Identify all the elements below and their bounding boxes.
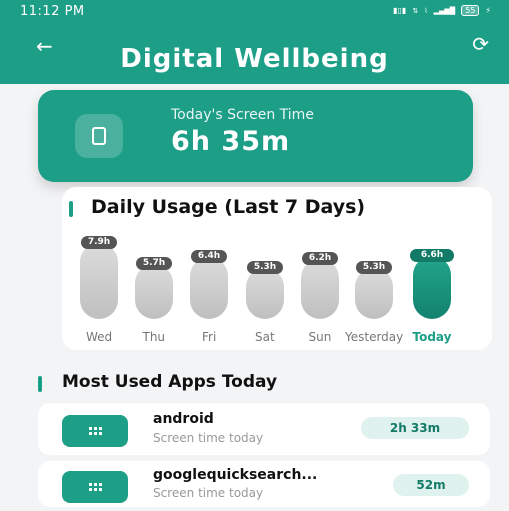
day-label: Sun xyxy=(308,330,332,344)
usage-value-label: 6.6h xyxy=(410,249,454,262)
signal-icon: ▂▄▆█ xyxy=(433,6,456,15)
day-label: Thu xyxy=(142,330,166,344)
app-time-badge: 52m xyxy=(393,474,469,496)
section-accent-bar xyxy=(38,376,42,392)
app-grid-icon xyxy=(62,471,128,503)
charging-icon: ⚡ xyxy=(485,6,491,15)
day-label: Wed xyxy=(86,330,113,344)
usage-value-label: 5.7h xyxy=(136,257,172,270)
status-bar: 11:12 PM ▮▯▮ ⇅ ⌇ ▂▄▆█ 55 ⚡ xyxy=(0,0,509,22)
day-label: Today xyxy=(412,330,452,344)
day-label: Yesterday xyxy=(345,330,404,344)
app-grid-icon xyxy=(62,415,128,447)
day-label: Sat xyxy=(255,330,275,344)
app-subtitle: Screen time today xyxy=(153,486,264,500)
status-time: 11:12 PM xyxy=(20,4,85,19)
usage-value-label: 5.3h xyxy=(247,261,283,274)
battery-level: 55 xyxy=(465,6,476,15)
wifi-calling-icon: ⌇ xyxy=(424,6,428,15)
vibrate-icon: ▮▯▮ xyxy=(393,6,407,15)
usage-bar-thu xyxy=(135,264,173,319)
app-header: 11:12 PM ▮▯▮ ⇅ ⌇ ▂▄▆█ 55 ⚡ ← ⟳ Digital W… xyxy=(0,0,509,84)
screen-time-value: 6h 35m xyxy=(171,126,291,157)
usage-bar-wed xyxy=(80,243,118,319)
app-row-googlequicksearch[interactable]: googlequicksearch... Screen time today 5… xyxy=(38,461,490,507)
usage-value-label: 5.3h xyxy=(356,261,392,274)
daily-usage-card: Daily Usage (Last 7 Days) 7.9h Wed 5.7h Thu… xyxy=(62,187,492,350)
usage-bar-fri xyxy=(190,257,228,319)
usage-bar-yesterday xyxy=(355,268,393,319)
phone-icon xyxy=(75,114,123,158)
usage-value-label: 7.9h xyxy=(81,236,117,249)
usage-value-label: 6.4h xyxy=(191,250,227,263)
battery-icon: 55 xyxy=(461,5,480,16)
most-used-title: Most Used Apps Today xyxy=(62,372,278,392)
network-speed-icon: ⇅ xyxy=(412,6,419,15)
usage-bar-sat xyxy=(246,268,284,319)
usage-bar-sun xyxy=(301,259,339,319)
usage-value-label: 6.2h xyxy=(302,252,338,265)
app-name: android xyxy=(153,411,214,427)
app-row-android[interactable]: android Screen time today 2h 33m xyxy=(38,403,490,455)
app-subtitle: Screen time today xyxy=(153,431,264,445)
page-title: Digital Wellbeing xyxy=(120,44,389,74)
usage-bar-today xyxy=(413,256,451,319)
screen-time-card: Today's Screen Time 6h 35m xyxy=(38,90,473,182)
screen-time-label: Today's Screen Time xyxy=(171,107,314,123)
app-time-badge: 2h 33m xyxy=(361,417,469,439)
status-icons: ▮▯▮ ⇅ ⌇ ▂▄▆█ 55 ⚡ xyxy=(393,5,491,16)
daily-usage-chart: 7.9h Wed 5.7h Thu 6.4h Fri 5.3h Sat 6.2h Sun 5.3h Y… xyxy=(62,187,492,350)
day-label: Fri xyxy=(202,330,217,344)
app-name: googlequicksearch... xyxy=(153,467,318,483)
